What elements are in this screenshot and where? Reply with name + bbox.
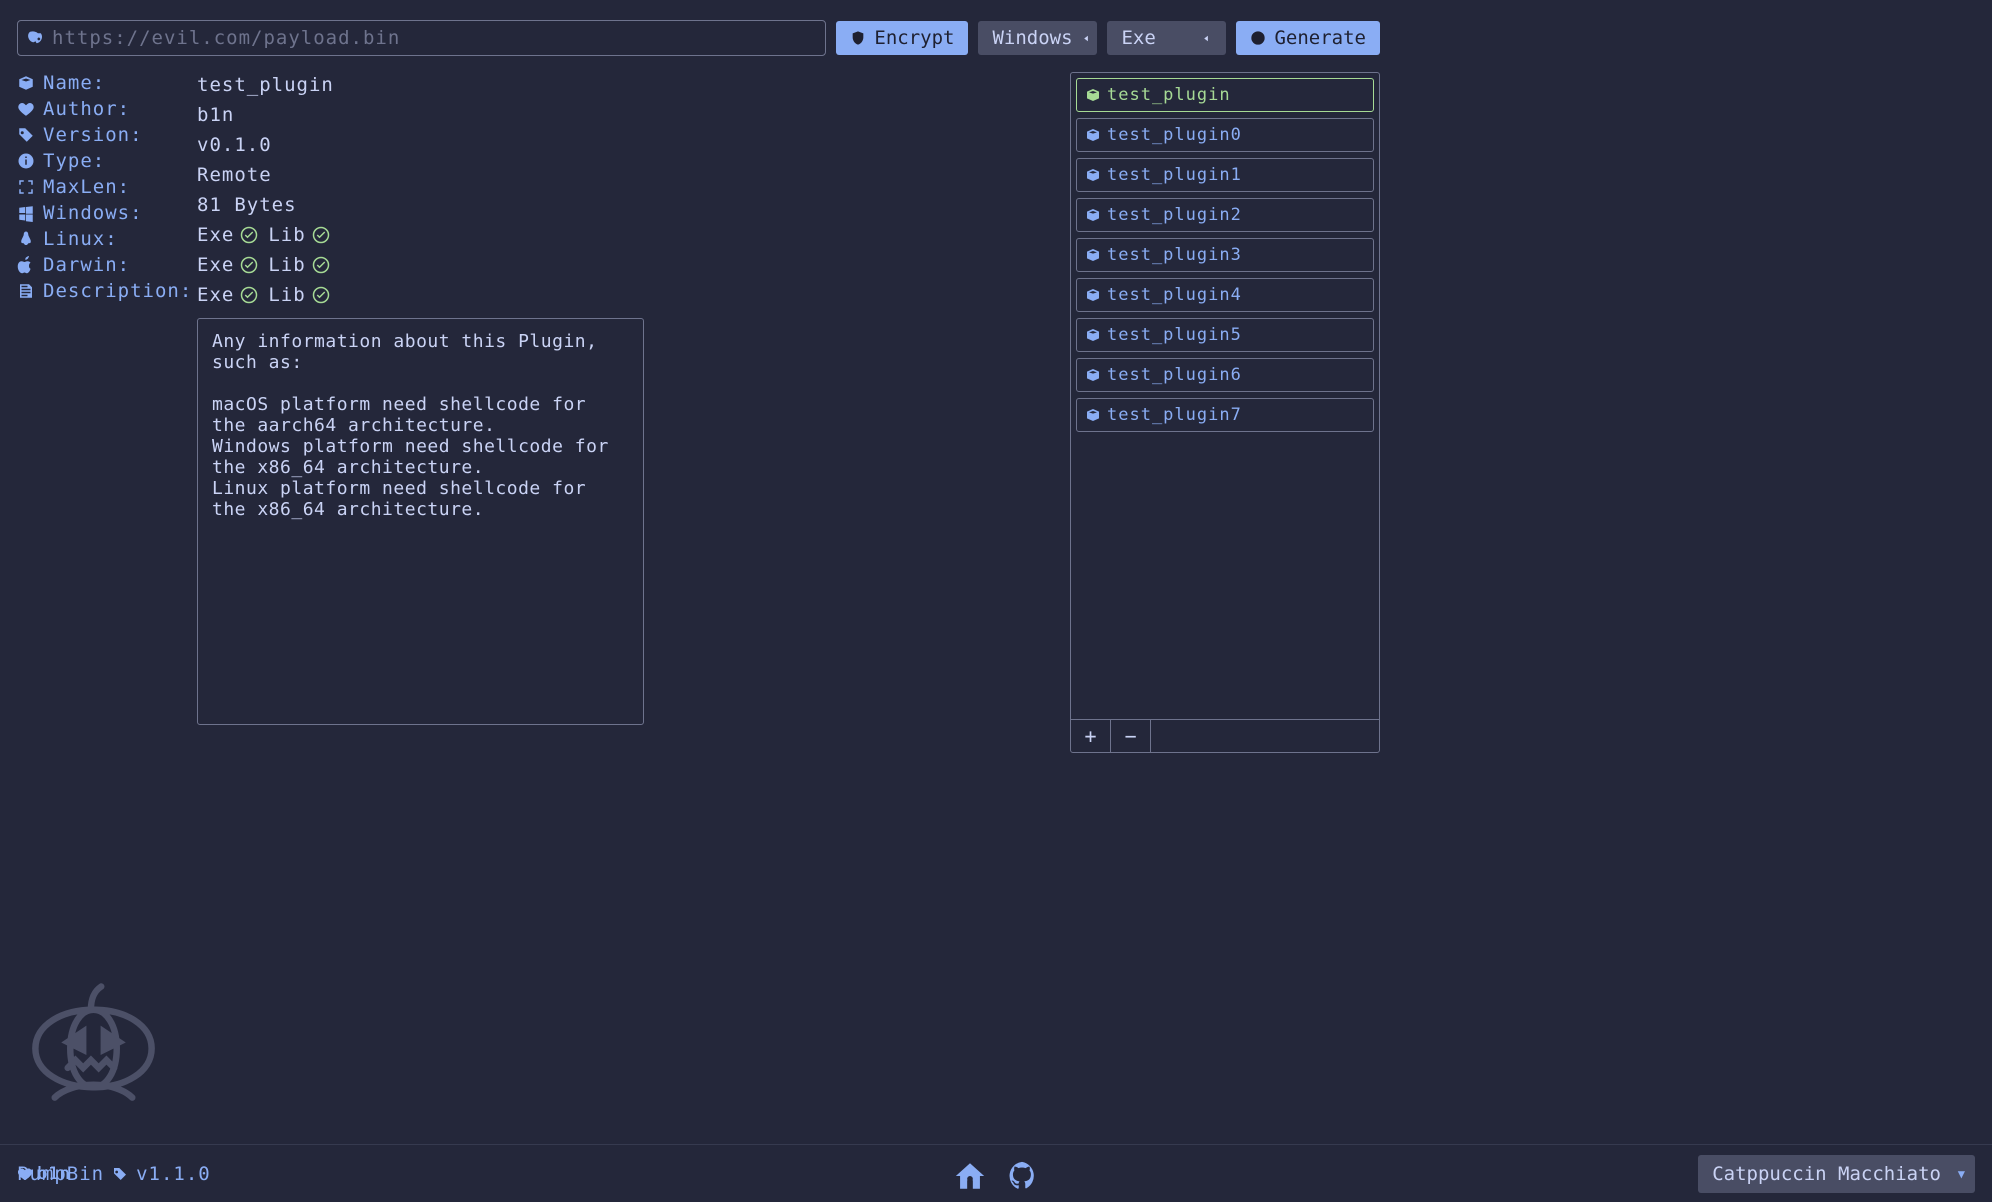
value-windows-exe: Exe: [197, 224, 234, 246]
label-windows: Windows:: [43, 202, 143, 224]
box-icon: [1085, 87, 1101, 103]
box-icon: [1085, 247, 1101, 263]
description-icon: [17, 282, 35, 300]
expand-icon: [17, 178, 35, 196]
plugin-card[interactable]: test_plugin4b1n: [1076, 278, 1374, 312]
remove-plugin-button[interactable]: −: [1111, 720, 1151, 752]
check-icon: [312, 226, 330, 244]
value-darwin-exe: Exe: [197, 284, 234, 306]
value-version: v0.1.0: [197, 134, 272, 156]
value-darwin-lib: Lib: [268, 284, 305, 306]
plugin-name: test_plugin2: [1107, 205, 1242, 225]
box-icon: [1085, 207, 1101, 223]
plugin-name: test_plugin7: [1107, 405, 1242, 425]
plugin-name: test_plugin1: [1107, 165, 1242, 185]
chevron-left-icon: [1201, 33, 1212, 44]
plugin-name: test_plugin0: [1107, 125, 1242, 145]
box-icon: [1085, 287, 1101, 303]
plugin-list-scroll[interactable]: test_pluginb1ntest_plugin0b1ntest_plugin…: [1071, 73, 1379, 719]
label-type: Type:: [43, 150, 105, 172]
url-input-wrap[interactable]: [17, 20, 826, 56]
check-icon: [240, 226, 258, 244]
value-windows-lib: Lib: [268, 224, 305, 246]
tag-icon: [17, 126, 35, 144]
windows-icon: [17, 204, 35, 222]
plugin-card[interactable]: test_plugin5b1n: [1076, 318, 1374, 352]
description-box[interactable]: Any information about this Plugin, such …: [197, 318, 644, 725]
label-author: Author:: [43, 98, 130, 120]
plugin-card[interactable]: test_plugin3b1n: [1076, 238, 1374, 272]
theme-select[interactable]: Catppuccin Macchiato: [1698, 1155, 1975, 1193]
rust-icon: [1250, 30, 1266, 46]
label-maxlen: MaxLen:: [43, 176, 130, 198]
check-icon: [312, 286, 330, 304]
check-icon: [240, 256, 258, 274]
label-description: Description:: [43, 280, 192, 302]
generate-button[interactable]: Generate: [1236, 21, 1380, 55]
box-icon: [17, 74, 35, 92]
plugin-name: test_plugin: [1107, 85, 1231, 105]
info-icon: [17, 152, 35, 170]
url-input[interactable]: [52, 27, 815, 49]
plugin-card[interactable]: test_pluginb1n: [1076, 78, 1374, 112]
os-select[interactable]: Windows: [978, 21, 1097, 55]
label-darwin: Darwin:: [43, 254, 130, 276]
pumpkin-logo: [16, 971, 171, 1126]
plugin-name: test_plugin3: [1107, 245, 1242, 265]
value-name: test_plugin: [197, 74, 334, 96]
plugin-name: test_plugin4: [1107, 285, 1242, 305]
check-icon: [312, 256, 330, 274]
value-linux-exe: Exe: [197, 254, 234, 276]
encrypt-button[interactable]: Encrypt: [836, 21, 968, 55]
plugin-card[interactable]: test_plugin7b1n: [1076, 398, 1374, 432]
plugin-card[interactable]: test_plugin6b1n: [1076, 358, 1374, 392]
plugin-card[interactable]: test_plugin2b1n: [1076, 198, 1374, 232]
add-plugin-button[interactable]: +: [1071, 720, 1111, 752]
check-icon: [240, 286, 258, 304]
value-linux-lib: Lib: [268, 254, 305, 276]
shield-icon: [850, 30, 866, 46]
plugin-card[interactable]: test_plugin1b1n: [1076, 158, 1374, 192]
tag-icon: [112, 1166, 128, 1182]
plugin-card[interactable]: test_plugin0b1n: [1076, 118, 1374, 152]
linux-icon: [17, 230, 35, 248]
box-icon: [1085, 327, 1101, 343]
format-select[interactable]: Exe: [1107, 21, 1226, 55]
value-author: b1n: [197, 104, 234, 126]
apple-icon: [17, 256, 35, 274]
app-name: PumpBin: [17, 1163, 104, 1185]
rocket-icon: [28, 30, 44, 46]
label-version: Version:: [43, 124, 143, 146]
box-icon: [1085, 127, 1101, 143]
label-linux: Linux:: [43, 228, 118, 250]
value-maxlen: 81 Bytes: [197, 194, 297, 216]
value-type: Remote: [197, 164, 272, 186]
os-select-value: Windows: [992, 27, 1072, 49]
chevron-left-icon: [1081, 33, 1092, 44]
encrypt-label: Encrypt: [874, 27, 954, 49]
plugin-name: test_plugin5: [1107, 325, 1242, 345]
theme-select-value: Catppuccin Macchiato: [1712, 1163, 1941, 1185]
home-icon[interactable]: [953, 1159, 987, 1193]
label-name: Name:: [43, 72, 105, 94]
format-select-value: Exe: [1121, 27, 1155, 49]
heart-icon: [17, 100, 35, 118]
plugin-list: test_pluginb1ntest_plugin0b1ntest_plugin…: [1070, 72, 1380, 753]
box-icon: [1085, 367, 1101, 383]
box-icon: [1085, 167, 1101, 183]
app-version: v1.1.0: [136, 1163, 211, 1185]
box-icon: [1085, 407, 1101, 423]
github-icon[interactable]: [1005, 1159, 1039, 1193]
plugin-name: test_plugin6: [1107, 365, 1242, 385]
generate-label: Generate: [1274, 27, 1366, 49]
